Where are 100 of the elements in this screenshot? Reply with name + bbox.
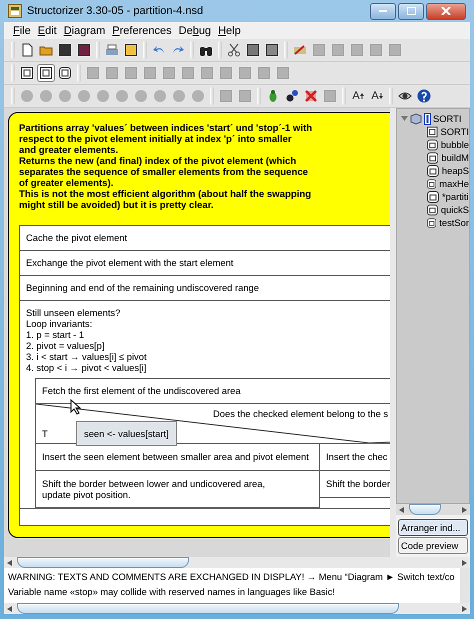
frame-icon	[58, 66, 72, 80]
element-icon	[219, 66, 233, 80]
toolbar-button[interactable]	[37, 64, 55, 82]
comment-line: Returns the new (and final) index of the pivot element (which	[19, 156, 298, 167]
toolbar-button[interactable]	[18, 64, 36, 82]
frame-icon	[427, 164, 439, 176]
scroll-left-icon[interactable]	[7, 560, 12, 566]
element-icon	[219, 89, 233, 103]
element-icon	[162, 66, 176, 80]
frame-icon	[427, 190, 439, 202]
minimize-button[interactable]	[370, 2, 396, 20]
element-icon	[124, 66, 138, 80]
scissors-icon	[227, 43, 241, 57]
toolbar-button[interactable]	[122, 41, 140, 59]
menu-item[interactable]: Edit	[34, 24, 60, 36]
toolbar-button[interactable]	[56, 41, 74, 59]
frame-icon	[427, 178, 436, 190]
scrollbar-thumb[interactable]	[17, 603, 399, 614]
tree-item[interactable]: bubble	[440, 139, 469, 150]
maximize-icon	[406, 7, 416, 15]
arrow-down-icon	[378, 93, 383, 99]
frame-icon	[20, 66, 34, 80]
window-title: Structorizer 3.30-05 - partition-4.nsd	[27, 5, 204, 17]
element-icon	[388, 43, 402, 57]
cross-icon	[304, 89, 318, 103]
element-icon	[276, 66, 290, 80]
element-icon	[238, 66, 252, 80]
document-icon	[20, 43, 34, 57]
help-button[interactable]	[415, 87, 433, 105]
tree-item[interactable]: SORTI	[433, 113, 462, 124]
circle-icon	[77, 89, 91, 103]
menu-item[interactable]: Preferences	[109, 24, 175, 36]
element-icon	[200, 66, 214, 80]
frame-icon	[427, 216, 436, 228]
toolbar-button[interactable]	[244, 41, 262, 59]
bar-icon	[424, 112, 431, 124]
tree-item[interactable]: buildM	[441, 152, 469, 163]
message-line: WARNING: TEXTS AND COMMENTS ARE EXCHANGED IN DISPLAY! → Menu “Diagram ► Switch text/co	[8, 571, 456, 584]
font-size-button[interactable]: A	[349, 87, 367, 105]
scroll-left-icon[interactable]	[7, 606, 12, 612]
arrow-up-icon	[360, 93, 364, 99]
scrollbar-thumb[interactable]	[409, 504, 441, 515]
frame-icon	[427, 204, 438, 216]
tab[interactable]: Arranger ind...	[398, 519, 468, 536]
tree-item[interactable]: maxHe	[439, 178, 469, 189]
scroll-left-icon[interactable]	[399, 506, 404, 512]
element-icon	[369, 43, 383, 57]
scroll-right-icon[interactable]	[462, 506, 467, 512]
circle-icon	[153, 89, 167, 103]
element-icon	[105, 66, 119, 80]
menu-item[interactable]: Debug	[176, 24, 214, 36]
true-label: T	[42, 428, 48, 439]
circle-icon	[191, 89, 205, 103]
font-size-button[interactable]: A	[368, 87, 386, 105]
menu-item[interactable]: Diagram	[60, 24, 108, 36]
message-line: Variable name «stop» may collide with reserved names in languages like Basic!	[8, 586, 336, 599]
frame-icon	[427, 152, 438, 164]
circle-icon	[134, 89, 148, 103]
toolbar-button[interactable]	[225, 41, 243, 59]
comment-line: and greater elements.	[19, 145, 120, 156]
toolbar-button[interactable]	[56, 64, 74, 82]
comment-line: This is not the most efficient algorithm (about half the swapping	[19, 189, 312, 200]
tree-item[interactable]: SORTI	[440, 126, 469, 137]
circle-icon	[58, 89, 72, 103]
maximize-button[interactable]	[398, 2, 424, 20]
toolbar-button[interactable]	[75, 41, 93, 59]
element-icon	[143, 66, 157, 80]
frame-icon	[427, 138, 438, 150]
comment-line: respect to the pivot element initially at index 'p´ into smaller	[19, 134, 293, 145]
tree-item[interactable]: quickS	[440, 204, 469, 215]
scroll-right-icon[interactable]	[462, 606, 467, 612]
toolbar-button[interactable]	[263, 41, 281, 59]
comment-line: Partitions array 'values´ between indices 'start´ und 'stop´-1 with	[19, 123, 314, 134]
comment-line: might still be avoided) but it is pretty clear.	[19, 200, 215, 211]
tab[interactable]: Code preview	[398, 537, 468, 554]
tooltip: seen <- values[start]	[76, 421, 177, 446]
minimize-icon	[379, 9, 387, 13]
element-icon	[238, 89, 252, 103]
comment-line: separates the sequence of smaller elements from the sequence	[19, 167, 309, 178]
tree-item[interactable]: testSor	[439, 217, 469, 228]
app-icon	[8, 4, 22, 18]
help-icon	[417, 89, 431, 103]
scroll-right-icon[interactable]	[462, 560, 467, 566]
element-icon	[350, 43, 364, 57]
menu-item[interactable]: Help	[215, 24, 244, 36]
scrollbar[interactable]	[460, 568, 470, 603]
close-button[interactable]	[426, 2, 466, 20]
printer-icon	[105, 43, 119, 57]
menu-item[interactable]: File	[10, 24, 34, 36]
frame-icon	[39, 66, 53, 80]
tree-item[interactable]: *partiti	[442, 191, 469, 202]
scrollbar-thumb[interactable]	[17, 557, 189, 568]
cube-icon	[410, 112, 422, 124]
close-icon	[441, 7, 451, 15]
circle-icon	[20, 89, 34, 103]
circle-icon	[172, 89, 186, 103]
circle-icon	[115, 89, 129, 103]
expanded-icon[interactable]	[401, 115, 408, 122]
tree-item[interactable]: heapS	[442, 165, 469, 176]
element-icon	[257, 66, 271, 80]
